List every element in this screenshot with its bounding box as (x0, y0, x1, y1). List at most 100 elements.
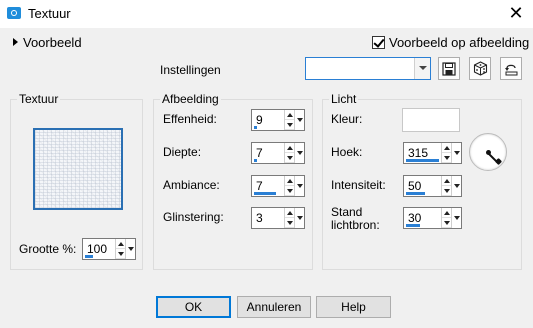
smoothness-label: Effenheid: (163, 112, 217, 126)
reset-icon (505, 64, 518, 75)
spin-up-icon[interactable] (442, 208, 451, 218)
angle-arrows[interactable] (441, 143, 451, 163)
light-position-value-field[interactable]: 30 (404, 208, 441, 228)
ambiance-dropdown-icon[interactable] (294, 176, 304, 196)
angle-level-bar (406, 159, 439, 162)
depth-label: Diepte: (163, 145, 202, 159)
depth-value: 7 (256, 146, 263, 160)
random-icon (473, 61, 487, 76)
preview-toggle-label: Voorbeeld (23, 35, 82, 50)
intensity-label: Intensiteit: (331, 178, 386, 192)
depth-spinner[interactable]: 7 (251, 142, 305, 164)
presets-label: Instellingen (160, 63, 221, 77)
size-dropdown-icon[interactable] (125, 239, 135, 259)
spin-down-icon[interactable] (285, 153, 294, 163)
light-position-value: 30 (408, 211, 422, 225)
spin-down-icon[interactable] (285, 120, 294, 130)
light-position-spinner[interactable]: 30 (403, 207, 462, 229)
smoothness-spinner[interactable]: 9 (251, 109, 305, 131)
intensity-arrows[interactable] (441, 176, 451, 196)
intensity-value: 50 (408, 179, 422, 193)
shine-spinner[interactable]: 3 (251, 207, 305, 229)
light-position-label-line1: Stand (331, 205, 363, 219)
save-preset-button[interactable] (438, 57, 460, 80)
random-button[interactable] (469, 57, 491, 80)
depth-arrows[interactable] (284, 143, 294, 163)
spin-up-icon[interactable] (116, 239, 125, 249)
intensity-dropdown-icon[interactable] (451, 176, 461, 196)
cancel-button[interactable]: Annuleren (237, 296, 311, 318)
angle-spinner[interactable]: 315 (403, 142, 462, 164)
dial-hub (486, 150, 491, 155)
size-spinner[interactable]: 100 (82, 238, 136, 260)
preview-on-image-label: Voorbeeld op afbeelding (389, 35, 530, 50)
spin-up-icon[interactable] (285, 176, 294, 186)
spin-down-icon[interactable] (285, 186, 294, 196)
size-level-bar (85, 255, 93, 258)
shine-dropdown-icon[interactable] (294, 208, 304, 228)
smoothness-value-field[interactable]: 9 (252, 110, 284, 130)
size-arrows[interactable] (115, 239, 125, 259)
ambiance-spinner[interactable]: 7 (251, 175, 305, 197)
angle-value-field[interactable]: 315 (404, 143, 441, 163)
spin-up-icon[interactable] (285, 208, 294, 218)
image-group-label: Afbeelding (160, 92, 221, 106)
depth-dropdown-icon[interactable] (294, 143, 304, 163)
light-position-dropdown-icon[interactable] (451, 208, 461, 228)
shine-value: 3 (256, 211, 263, 225)
smoothness-dropdown-icon[interactable] (294, 110, 304, 130)
spin-up-icon[interactable] (285, 110, 294, 120)
depth-level-bar (254, 159, 257, 162)
size-value: 100 (87, 242, 108, 256)
ambiance-value-field[interactable]: 7 (252, 176, 284, 196)
light-position-label-line2: lichtbron: (331, 218, 380, 232)
reset-button[interactable] (500, 57, 522, 80)
presets-dropdown[interactable] (305, 57, 431, 80)
color-label: Kleur: (331, 112, 363, 126)
smoothness-level-bar (254, 126, 257, 129)
preview-on-image-checkbox[interactable]: Voorbeeld op afbeelding (372, 35, 529, 50)
spin-up-icon[interactable] (285, 143, 294, 153)
dial-tip (494, 157, 503, 166)
chevron-down-icon[interactable] (414, 58, 430, 79)
depth-value-field[interactable]: 7 (252, 143, 284, 163)
ambiance-label: Ambiance: (163, 178, 220, 192)
texture-preview-swatch[interactable] (33, 128, 123, 210)
spin-down-icon[interactable] (442, 218, 451, 228)
size-value-field[interactable]: 100 (83, 239, 115, 259)
help-button[interactable]: Help (316, 296, 391, 318)
spin-down-icon[interactable] (116, 249, 125, 259)
smoothness-arrows[interactable] (284, 110, 294, 130)
ambiance-arrows[interactable] (284, 176, 294, 196)
size-label: Grootte %: (19, 242, 77, 256)
angle-dial[interactable] (469, 133, 507, 171)
preview-toggle[interactable]: Voorbeeld (13, 35, 82, 50)
light-color-swatch[interactable] (402, 108, 460, 132)
light-position-label: Stand lichtbron: (331, 206, 380, 232)
shine-value-field[interactable]: 3 (252, 208, 284, 228)
spin-down-icon[interactable] (442, 186, 451, 196)
save-preset-icon (442, 61, 456, 76)
spin-up-icon[interactable] (442, 143, 451, 153)
angle-value: 315 (408, 146, 429, 160)
intensity-value-field[interactable]: 50 (404, 176, 441, 196)
spin-down-icon[interactable] (442, 153, 451, 163)
light-position-level-bar (406, 224, 420, 227)
close-button[interactable]: ✕ (505, 3, 527, 25)
camera-icon (7, 7, 21, 19)
checkbox-checked-icon[interactable] (372, 36, 385, 49)
shine-arrows[interactable] (284, 208, 294, 228)
intensity-spinner[interactable]: 50 (403, 175, 462, 197)
spin-down-icon[interactable] (285, 218, 294, 228)
angle-dropdown-icon[interactable] (451, 143, 461, 163)
shine-label: Glinstering: (163, 210, 224, 224)
light-position-arrows[interactable] (441, 208, 451, 228)
title-bar: Textuur ✕ (0, 0, 533, 28)
intensity-level-bar (406, 192, 425, 195)
ambiance-value: 7 (256, 179, 263, 193)
texture-group-label: Textuur (17, 92, 61, 106)
spin-up-icon[interactable] (442, 176, 451, 186)
ok-button[interactable]: OK (156, 296, 231, 318)
window-title: Textuur (28, 6, 71, 21)
light-group-label: Licht (329, 92, 359, 106)
